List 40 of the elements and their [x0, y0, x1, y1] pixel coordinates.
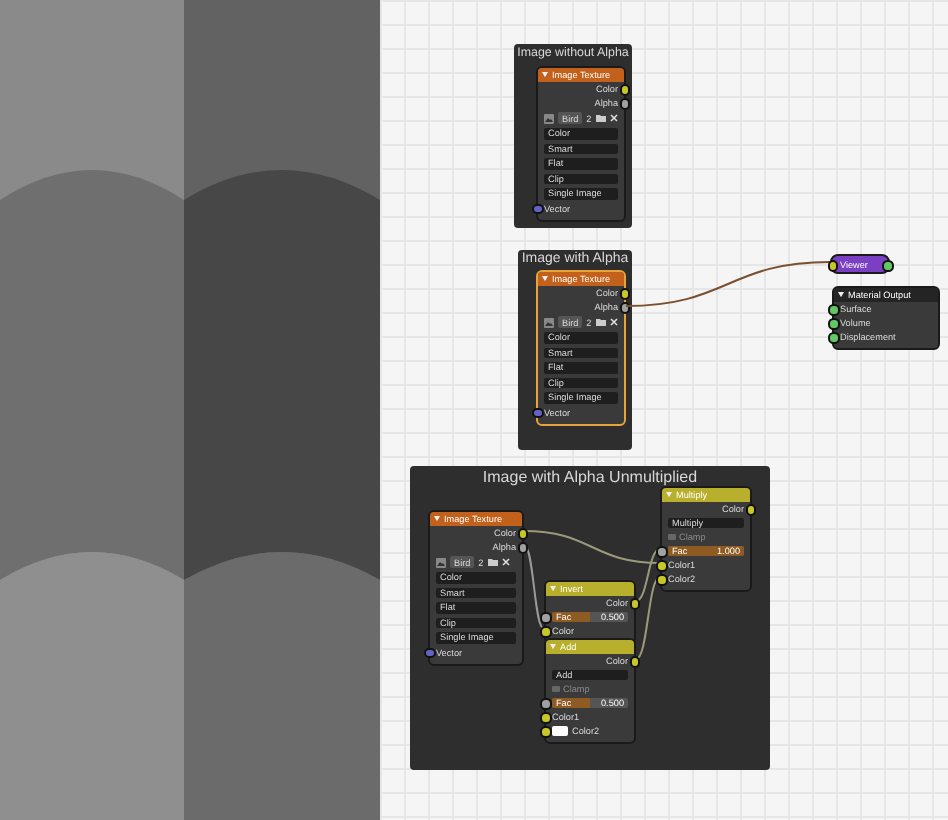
- close-icon[interactable]: [501, 558, 510, 566]
- socket-dot[interactable]: [828, 318, 839, 330]
- socket-dot[interactable]: [540, 726, 551, 738]
- socket-dot[interactable]: [540, 712, 551, 724]
- socket-dot[interactable]: [828, 332, 839, 344]
- image-browse-icon[interactable]: [436, 557, 446, 567]
- socket-dot[interactable]: [619, 98, 630, 110]
- socket-dot[interactable]: [656, 560, 667, 572]
- close-icon[interactable]: [609, 114, 618, 122]
- socket-dot[interactable]: [629, 656, 640, 668]
- checkbox[interactable]: [668, 533, 675, 541]
- socket-dot[interactable]: [619, 288, 630, 300]
- image-browse-icon[interactable]: [544, 113, 554, 123]
- socket-dot[interactable]: [532, 407, 543, 419]
- socket-dot[interactable]: [540, 698, 551, 710]
- socket-dot[interactable]: [656, 574, 667, 586]
- socket-dot[interactable]: [424, 647, 435, 659]
- socket-dot[interactable]: [540, 626, 551, 638]
- collapse-arrow-icon[interactable]: [838, 292, 844, 298]
- checkbox[interactable]: [552, 685, 559, 693]
- socket-dot[interactable]: [517, 542, 528, 554]
- image-browse-icon[interactable]: [544, 317, 554, 327]
- folder-icon[interactable]: [487, 558, 498, 566]
- folder-icon[interactable]: [595, 318, 606, 326]
- frame-title: Image with Alpha Unmultiplied: [482, 468, 698, 488]
- socket-dot[interactable]: [828, 304, 839, 316]
- socket-dot[interactable]: [532, 203, 543, 215]
- node-frame[interactable]: [410, 466, 770, 770]
- socket-dot[interactable]: [619, 84, 630, 96]
- socket-dot[interactable]: [619, 302, 630, 314]
- socket-dot[interactable]: [629, 598, 640, 610]
- color-swatch[interactable]: [552, 726, 568, 736]
- socket-dot[interactable]: [517, 528, 528, 540]
- socket-dot[interactable]: [882, 260, 893, 272]
- socket-dot[interactable]: [745, 504, 756, 516]
- close-icon[interactable]: [609, 318, 618, 326]
- socket-dot[interactable]: [656, 546, 667, 558]
- folder-icon[interactable]: [595, 114, 606, 122]
- socket-dot[interactable]: [827, 260, 838, 272]
- socket-dot[interactable]: [540, 612, 551, 624]
